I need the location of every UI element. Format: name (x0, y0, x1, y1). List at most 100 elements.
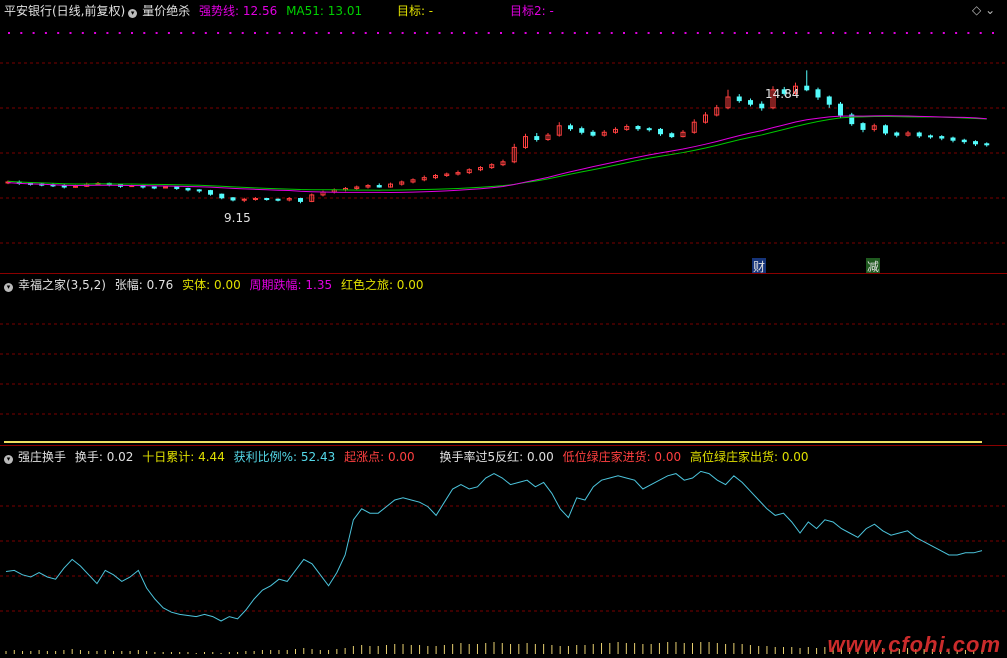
target-dot (684, 32, 687, 34)
target-dot (167, 32, 170, 34)
target-dot (118, 32, 121, 34)
target-dot (32, 32, 35, 34)
indicator-name[interactable]: 量价绝杀 (142, 4, 190, 18)
target-dot (635, 32, 638, 34)
candle-body (736, 96, 742, 102)
price-panel[interactable]: 平安银行(日线,前复权) ▾ 量价绝杀 强势线: 12.56 MA51: 13.01… (0, 0, 1007, 274)
price-chart[interactable] (0, 0, 1007, 274)
target-dot (721, 32, 724, 34)
indicator-dropdown-icon[interactable]: ▾ (4, 283, 13, 292)
candle-body (815, 89, 821, 98)
target-dot (709, 32, 712, 34)
target-dot (795, 32, 798, 34)
body-value: 实体: 0.00 (182, 278, 241, 292)
target-dot (340, 32, 343, 34)
target-dot (426, 32, 429, 34)
target-value: 目标: - (396, 4, 434, 18)
target-dot (573, 32, 576, 34)
candle-body (264, 198, 270, 201)
target-dot (536, 32, 539, 34)
target-dot (57, 32, 60, 34)
over5-value: 换手率过5反红: 0.00 (439, 450, 554, 464)
target-dot (819, 32, 822, 34)
target-dot (832, 32, 835, 34)
happiness-name[interactable]: 幸福之家(3,5,2) (18, 278, 106, 292)
indicator-dropdown-icon[interactable]: ▾ (128, 9, 138, 18)
target-dot (746, 32, 748, 34)
candle-body (961, 139, 967, 143)
target-dot (352, 32, 355, 34)
candle-body (939, 136, 945, 139)
target-dot (647, 32, 650, 34)
candle-body (826, 96, 832, 105)
target-dot (20, 32, 23, 34)
chevron-down-icon[interactable]: ⌄ (985, 3, 995, 17)
turnover-name[interactable]: 强庄换手 (18, 450, 66, 464)
high-green-value: 高位绿庄家出货: 0.00 (689, 450, 809, 464)
candle-body (568, 125, 573, 130)
period-drop-value: 周期跌幅: 1.35 (249, 278, 333, 292)
target-dot (905, 32, 908, 34)
candle-body (376, 185, 382, 188)
target-dot (610, 32, 613, 34)
target-dot (8, 32, 10, 34)
stock-title[interactable]: 平安银行(日线,前复权) (4, 4, 125, 18)
target-dot (69, 32, 72, 34)
strong-line (7, 115, 987, 193)
candle-body (838, 103, 843, 116)
target-dot (278, 32, 281, 34)
candle-body (73, 185, 78, 188)
panel-controls: ◇ ⌄ (972, 3, 995, 17)
candle-body (253, 198, 258, 201)
target-dot (549, 32, 552, 34)
target-dot (389, 32, 392, 34)
target-dot (155, 32, 158, 34)
candle-body (590, 131, 596, 136)
target-dot (44, 32, 47, 34)
target-dot (315, 32, 318, 34)
candle-body (894, 132, 900, 136)
ma51-value: MA51: 13.01 (286, 4, 363, 18)
target-dot (844, 32, 847, 34)
happiness-chart (0, 323, 1007, 443)
target-dot (377, 32, 379, 34)
target-dot (303, 32, 306, 34)
target-dot (450, 32, 453, 34)
diamond-icon[interactable]: ◇ (972, 3, 981, 17)
target-dot (782, 32, 785, 34)
target-dot (217, 32, 220, 34)
target-dot (930, 32, 933, 34)
happiness-panel[interactable]: ▾ 幸福之家(3,5,2) 张幅: 0.76 实体: 0.00 周期跌幅: 1.3… (0, 274, 1007, 446)
target-dot (475, 32, 478, 34)
target-dot (893, 32, 896, 34)
target-dot (512, 32, 515, 34)
target-dot (327, 32, 330, 34)
target-dot (598, 32, 601, 34)
candle-body (860, 123, 866, 130)
indicator-dropdown-icon[interactable]: ▾ (4, 455, 13, 464)
target-dot (561, 32, 564, 34)
target-dot (487, 32, 490, 34)
ma51-line (7, 115, 987, 191)
reduce-tag[interactable]: 减 (866, 258, 881, 273)
candle-body (61, 185, 67, 188)
low-green-value: 低位绿庄家进货: 0.00 (562, 450, 682, 464)
turnover-panel[interactable]: ▾ 强庄换手 换手: 0.02 十日累计: 4.44 获利比例%: 52.43 起… (0, 446, 1007, 658)
target-dot (524, 32, 527, 34)
candle-body (230, 197, 236, 201)
candle-body (646, 128, 652, 131)
target-dot (942, 32, 945, 34)
candle-body (241, 198, 247, 201)
candle-body (298, 198, 303, 202)
finance-tag[interactable]: 财 (752, 258, 767, 273)
target-dot (229, 32, 232, 34)
profit-ratio-value: 获利比例%: 52.43 (233, 450, 336, 464)
target-dot (192, 32, 195, 34)
candle-body (275, 198, 281, 201)
target-dot (758, 32, 761, 34)
candle-body (534, 136, 540, 140)
candle-body (916, 132, 922, 137)
candle-body (579, 128, 585, 133)
strong-line-value: 强势线: 12.56 (199, 4, 278, 18)
candle-body (950, 137, 956, 141)
